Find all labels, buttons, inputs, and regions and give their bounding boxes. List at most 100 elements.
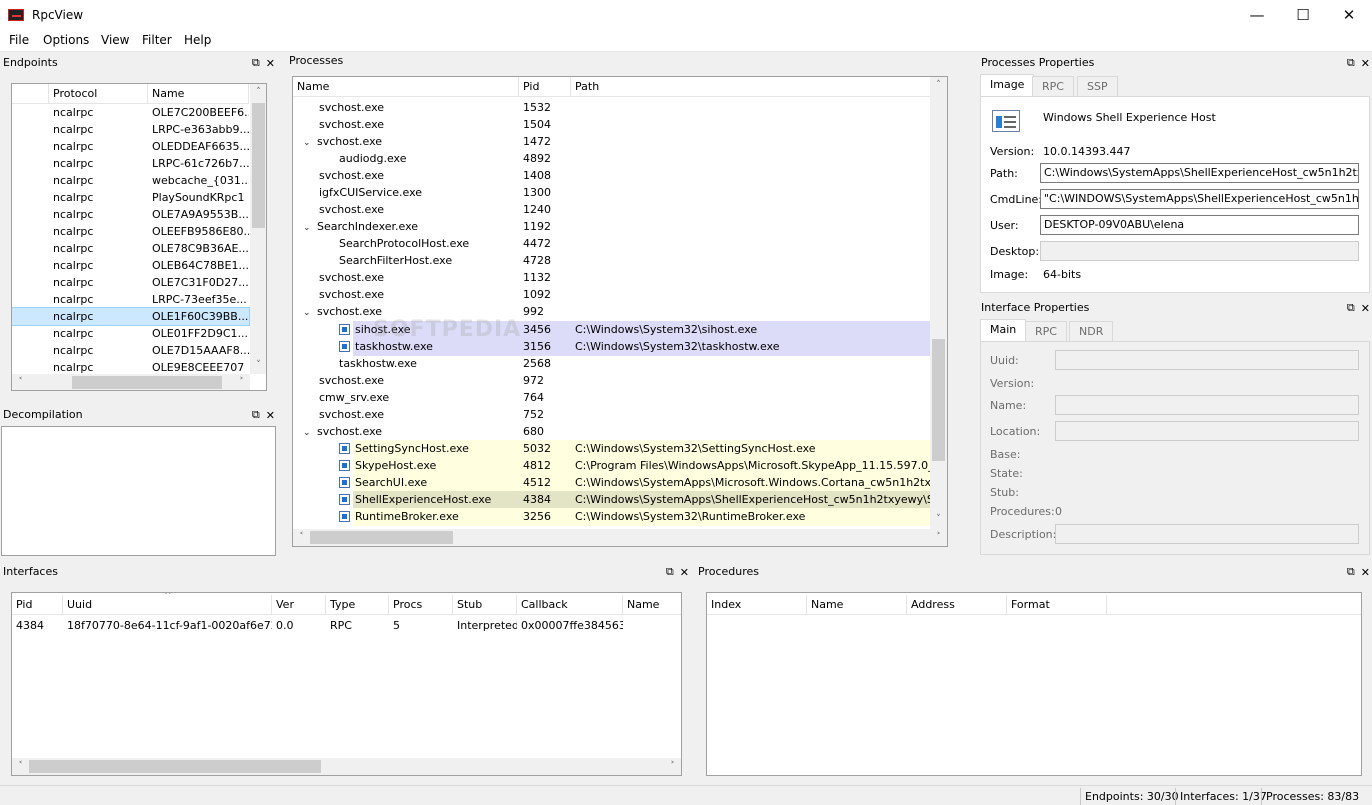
expand-chevron-icon[interactable]: ⌄ [303,219,317,236]
hscroll-thumb[interactable] [72,376,222,389]
endpoint-row[interactable]: ncalrpc LRPC-e363abb9... [12,121,249,138]
menu-filter[interactable]: Filter [142,33,172,47]
process-row[interactable]: cmw_srv.exe 764 [293,389,930,407]
col-ver[interactable]: Ver [272,595,326,615]
menu-help[interactable]: Help [184,33,211,47]
process-row[interactable]: svchost.exe 1408 [293,167,930,185]
process-row[interactable]: SettingSyncHost.exe 5032 C:\Windows\System… [293,440,947,458]
process-row[interactable]: ⌄ svchost.exe 680 [293,423,930,441]
endpoint-row[interactable]: ncalrpc OLEEFB9586E80... [12,223,249,240]
interfaces-hscroll[interactable]: ˂ ˃ [12,758,681,775]
float-icon[interactable]: ⧉ [1347,56,1355,70]
processes-vscroll[interactable]: ˄ ˅ [930,77,947,529]
menu-file[interactable]: File [9,33,29,47]
process-row[interactable]: svchost.exe 1240 [293,201,930,219]
col-type[interactable]: Type [326,595,389,615]
col-name[interactable]: Name [148,84,249,104]
tab-image[interactable]: Image [980,74,1035,96]
name-field[interactable] [1055,395,1359,415]
scroll-up-icon[interactable]: ˄ [250,84,266,101]
uuid-field[interactable] [1055,350,1359,370]
process-row[interactable]: svchost.exe 1132 [293,269,930,287]
endpoint-row[interactable]: ncalrpc OLE1F60C39BB... [12,307,250,326]
endpoint-row[interactable]: ncalrpc PlaySoundKRpc1 [12,189,249,206]
hscroll-thumb[interactable] [29,760,321,773]
scroll-left-icon[interactable]: ˂ [12,374,29,390]
float-icon[interactable]: ⧉ [666,565,674,579]
endpoints-vscroll[interactable]: ˄ ˅ [250,84,266,374]
process-row[interactable]: SearchFilterHost.exe 4728 [293,252,930,270]
col-format[interactable]: Format [1007,595,1107,615]
col-path[interactable]: Path [571,77,930,97]
col-procs[interactable]: Procs [389,595,453,615]
scroll-down-icon[interactable]: ˅ [930,511,947,528]
tab-ndr[interactable]: NDR [1069,321,1114,341]
endpoint-row[interactable]: ncalrpc OLE7C31F0D27... [12,274,249,291]
endpoint-row[interactable]: ncalrpc LRPC-61c726b7... [12,155,249,172]
process-row[interactable]: RuntimeBroker.exe 3256 C:\Windows\System32… [293,508,947,526]
process-row[interactable]: igfxCUIService.exe 1300 [293,184,930,202]
scroll-left-icon[interactable]: ˂ [12,758,29,775]
path-field[interactable]: C:\Windows\SystemApps\ShellExperienceHos… [1040,163,1359,183]
endpoint-row[interactable]: ncalrpc OLE78C9B36AE... [12,240,249,257]
scroll-up-icon[interactable]: ˄ [930,77,947,94]
scroll-right-icon[interactable]: ˃ [930,529,947,546]
hscroll-thumb[interactable] [310,531,453,544]
float-icon[interactable]: ⧉ [252,56,260,70]
col-pid[interactable]: Pid [12,595,63,615]
close-icon[interactable]: ✕ [680,566,689,579]
description-field[interactable] [1055,524,1359,544]
process-row[interactable]: svchost.exe 752 [293,406,930,424]
process-row[interactable]: svchost.exe 1532 [293,99,930,117]
interface-row[interactable]: 4384 18f70770-8e64-11cf-9af1-0020af6e72f4… [12,617,681,634]
process-row[interactable]: ⌄ SearchIndexer.exe 1192 [293,218,930,236]
close-icon[interactable]: ✕ [1361,57,1370,70]
process-row[interactable]: svchost.exe 1504 [293,116,930,134]
col-name[interactable]: Name [807,595,907,615]
menu-view[interactable]: View [101,33,129,47]
process-row[interactable]: audiodg.exe 4892 [293,150,930,168]
close-button[interactable]: ✕ [1326,0,1372,30]
float-icon[interactable]: ⧉ [252,408,260,422]
scroll-left-icon[interactable]: ˂ [293,529,310,546]
process-row[interactable]: ShellExperienceHost.exe 4384 C:\Windows\Sy… [293,491,947,509]
expand-chevron-icon[interactable]: ⌄ [303,304,317,321]
endpoint-row[interactable]: ncalrpc OLE7C200BEEF6... [12,104,249,121]
tab-main[interactable]: Main [980,319,1027,341]
endpoint-row[interactable]: ncalrpc LRPC-73eef35e... [12,291,249,308]
desktop-field[interactable] [1040,241,1359,261]
close-icon[interactable]: ✕ [266,409,275,422]
close-icon[interactable]: ✕ [1361,566,1370,579]
float-icon[interactable]: ⧉ [1347,301,1355,315]
endpoint-row[interactable]: ncalrpc OLEB64C78BE1... [12,257,249,274]
process-row[interactable]: SearchUI.exe 4512 C:\Windows\SystemApps\Mi… [293,474,947,492]
process-row[interactable]: svchost.exe 1092 [293,286,930,304]
scroll-down-icon[interactable]: ˅ [250,357,266,374]
col-callback[interactable]: Callback [517,595,623,615]
float-icon[interactable]: ⧉ [1347,565,1355,579]
scroll-right-icon[interactable]: ˃ [233,374,250,390]
expand-chevron-icon[interactable]: ⌄ [303,424,317,441]
scroll-thumb[interactable] [252,103,265,228]
endpoint-row[interactable]: ncalrpc OLE01FF2D9C1... [12,325,249,342]
scroll-thumb[interactable] [932,339,945,461]
expand-chevron-icon[interactable]: ⌄ [303,134,317,151]
process-row[interactable]: SearchProtocolHost.exe 4472 [293,235,930,253]
col-address[interactable]: Address [907,595,1007,615]
endpoint-row[interactable]: ncalrpc OLE7D15AAAF8... [12,342,249,359]
close-icon[interactable]: ✕ [1361,302,1370,315]
tab-rpc[interactable]: RPC [1032,76,1074,96]
menu-options[interactable]: Options [43,33,89,47]
tab-ssp[interactable]: SSP [1077,76,1118,96]
endpoint-row[interactable]: ncalrpc OLEDDEAF6635... [12,138,249,155]
process-row[interactable]: SkypeHost.exe 4812 C:\Program Files\Window… [293,457,947,475]
process-row[interactable]: taskhostw.exe 2568 [293,355,930,373]
processes-hscroll[interactable]: ˂ ˃ [293,529,947,546]
maximize-button[interactable]: ☐ [1280,0,1326,30]
user-field[interactable]: DESKTOP-09V0ABU\elena [1040,215,1359,235]
endpoint-row[interactable]: ncalrpc OLE7A9A9553B... [12,206,249,223]
col-name[interactable]: Name [623,595,681,615]
col-index[interactable]: Index [707,595,807,615]
cmdline-field[interactable]: "C:\WINDOWS\SystemApps\ShellExperienceHo… [1040,189,1359,209]
decompilation-area[interactable] [1,426,276,556]
